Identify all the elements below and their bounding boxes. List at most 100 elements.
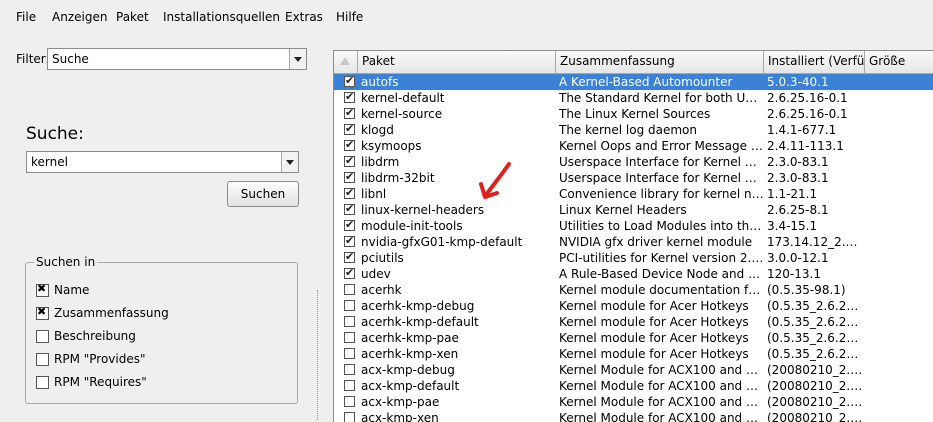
package-version: (0.5.35_2.6.25.16_0.1-98.1): [767, 315, 865, 329]
package-name: udev: [361, 267, 391, 281]
column-header-installiert[interactable]: Installiert (Verfüg: [764, 51, 865, 73]
menu-extras[interactable]: Extras: [285, 10, 323, 24]
table-row[interactable]: module-init-tools Utilities to Load Modul…: [334, 217, 933, 234]
package-version: 5.0.3-40.1: [767, 75, 829, 89]
search-in-option-label: RPM "Requires": [54, 375, 147, 389]
table-row[interactable]: acx-kmp-debug Kernel Module for ACX100 an…: [334, 362, 933, 378]
menu-bar: File Anzeigen Paket Installationsquellen…: [0, 0, 933, 34]
menu-file[interactable]: File: [16, 10, 36, 24]
menu-hilfe[interactable]: Hilfe: [336, 10, 363, 24]
package-summary: Kernel Module for ACX100 and ACX111 chip…: [559, 395, 764, 409]
checkbox[interactable]: [344, 396, 355, 407]
package-name: acerhk-kmp-debug: [361, 299, 475, 313]
package-summary: A Kernel-Based Automounter: [559, 75, 733, 89]
checkbox[interactable]: [36, 305, 49, 320]
package-name: linux-kernel-headers: [361, 203, 485, 217]
menu-installationsquellen[interactable]: Installationsquellen: [163, 10, 280, 24]
checkbox[interactable]: [344, 332, 355, 343]
table-row[interactable]: kernel-source The Linux Kernel Sources 2.6…: [334, 105, 933, 122]
package-version: 2.4.11-113.1: [767, 139, 844, 153]
table-row[interactable]: acerhk-kmp-default Kernel module for Acer…: [334, 314, 933, 330]
table-row[interactable]: kernel-default The Standard Kernel for bo…: [334, 89, 933, 106]
checkbox[interactable]: [344, 284, 355, 295]
table-row[interactable]: ksymoops Kernel Oops and Error Message De…: [334, 137, 933, 154]
search-button[interactable]: Suchen: [227, 181, 299, 207]
table-row[interactable]: libdrm-32bit Userspace Interface for Kern…: [334, 169, 933, 186]
table-row[interactable]: acerhk-kmp-xen Kernel module for Acer Hot…: [334, 346, 933, 362]
search-in-option-label: Zusammenfassung: [54, 306, 169, 320]
menu-paket[interactable]: Paket: [116, 10, 149, 24]
package-version: (20080210_2.6.25.16_0.1-88.1): [767, 395, 865, 409]
checkbox[interactable]: [344, 348, 355, 359]
package-version: (0.5.35_2.6.25.16_0.1-98.1): [767, 331, 865, 345]
package-summary: Linux Kernel Headers: [559, 203, 687, 217]
table-row[interactable]: acx-kmp-xen Kernel Module for ACX100 and …: [334, 410, 933, 422]
package-summary: Userspace Interface for Kernel DRM Servi…: [559, 155, 764, 169]
checkbox[interactable]: [36, 282, 49, 297]
package-summary: Kernel Module for ACX100 and ACX111 chip…: [559, 363, 764, 377]
table-row[interactable]: klogd The kernel log daemon 1.4.1-677.1: [334, 121, 933, 138]
installed-checkbox[interactable]: [344, 201, 355, 217]
table-header: Paket Zusammenfassung Installiert (Verfü…: [334, 51, 933, 74]
table-row[interactable]: acerhk-kmp-debug Kernel module for Acer H…: [334, 298, 933, 314]
package-version: 173.14.12_2.6.25.16_0.1-0.1: [767, 235, 865, 249]
package-summary: Convenience library for kernel netlink s…: [559, 187, 764, 201]
column-header-groesse[interactable]: Größe: [865, 51, 933, 73]
installed-checkbox[interactable]: [344, 73, 355, 89]
installed-checkbox[interactable]: [344, 217, 355, 233]
column-header-paket[interactable]: Paket: [358, 51, 556, 73]
package-name: acx-kmp-pae: [361, 395, 440, 409]
installed-checkbox[interactable]: [344, 233, 355, 249]
menu-anzeigen[interactable]: Anzeigen: [52, 10, 107, 24]
installed-checkbox[interactable]: [344, 249, 355, 265]
package-name: libnl: [361, 187, 387, 201]
panel-splitter[interactable]: [317, 290, 320, 420]
package-name: pciutils: [361, 251, 404, 265]
table-row[interactable]: nvidia-gfxG01-kmp-default NVIDIA gfx driv…: [334, 233, 933, 250]
package-version: (20080210_2.6.25.16_0.1-88.1): [767, 379, 865, 393]
table-row[interactable]: libnl Convenience library for kernel netl…: [334, 185, 933, 202]
table-row[interactable]: udev A Rule-Based Device Node and Kernel …: [334, 265, 933, 282]
annotation-arrow-icon: [479, 162, 511, 199]
package-version: (0.5.35_2.6.25.16_0.1-98.1): [767, 347, 865, 361]
package-version: 2.6.25-8.1: [767, 203, 829, 217]
package-name: acerhk-kmp-default: [361, 315, 479, 329]
table-row[interactable]: acerhk-kmp-pae Kernel module for Acer Hot…: [334, 330, 933, 346]
checkbox[interactable]: [344, 412, 355, 422]
checkbox[interactable]: [344, 364, 355, 375]
chevron-down-icon: [281, 152, 298, 172]
package-summary: Kernel Module for ACX100 and ACX111 chip…: [559, 379, 764, 393]
package-version: (20080210_2.6.25.16_0.1-88.1): [767, 411, 865, 422]
checkbox[interactable]: [36, 376, 49, 389]
package-name: libdrm: [361, 155, 400, 169]
installed-checkbox[interactable]: [344, 153, 355, 169]
installed-checkbox[interactable]: [344, 169, 355, 185]
filter-label: Filter:: [16, 52, 50, 66]
installed-checkbox[interactable]: [344, 121, 355, 137]
table-row[interactable]: pciutils PCI-utilities for Kernel version…: [334, 249, 933, 266]
table-row[interactable]: linux-kernel-headers Linux Kernel Headers…: [334, 201, 933, 218]
checkbox[interactable]: [344, 316, 355, 327]
column-header-zusammenfassung[interactable]: Zusammenfassung: [556, 51, 764, 73]
checkbox[interactable]: [344, 300, 355, 311]
installed-checkbox[interactable]: [344, 89, 355, 105]
search-input[interactable]: kernel: [26, 151, 299, 173]
checkbox[interactable]: [36, 330, 49, 343]
package-version: 120-13.1: [767, 267, 821, 281]
table-row[interactable]: autofs A Kernel-Based Automounter 5.0.3-40…: [334, 73, 933, 90]
table-row[interactable]: acerhk Kernel module documentation for Ac…: [334, 282, 933, 298]
table-row[interactable]: libdrm Userspace Interface for Kernel DRM…: [334, 153, 933, 170]
status-column-header[interactable]: [334, 51, 358, 73]
installed-checkbox[interactable]: [344, 185, 355, 201]
checkbox[interactable]: [344, 380, 355, 391]
checkbox[interactable]: [36, 353, 49, 366]
filter-select[interactable]: Suche: [47, 48, 307, 70]
installed-checkbox[interactable]: [344, 105, 355, 121]
installed-checkbox[interactable]: [344, 137, 355, 153]
table-row[interactable]: acx-kmp-default Kernel Module for ACX100 …: [334, 378, 933, 394]
table-row[interactable]: acx-kmp-pae Kernel Module for ACX100 and …: [334, 394, 933, 410]
installed-checkbox[interactable]: [344, 265, 355, 281]
package-table: Paket Zusammenfassung Installiert (Verfü…: [333, 50, 933, 422]
package-version: 2.3.0-83.1: [767, 155, 829, 169]
package-summary: Kernel module for Acer Hotkeys: [559, 331, 749, 345]
